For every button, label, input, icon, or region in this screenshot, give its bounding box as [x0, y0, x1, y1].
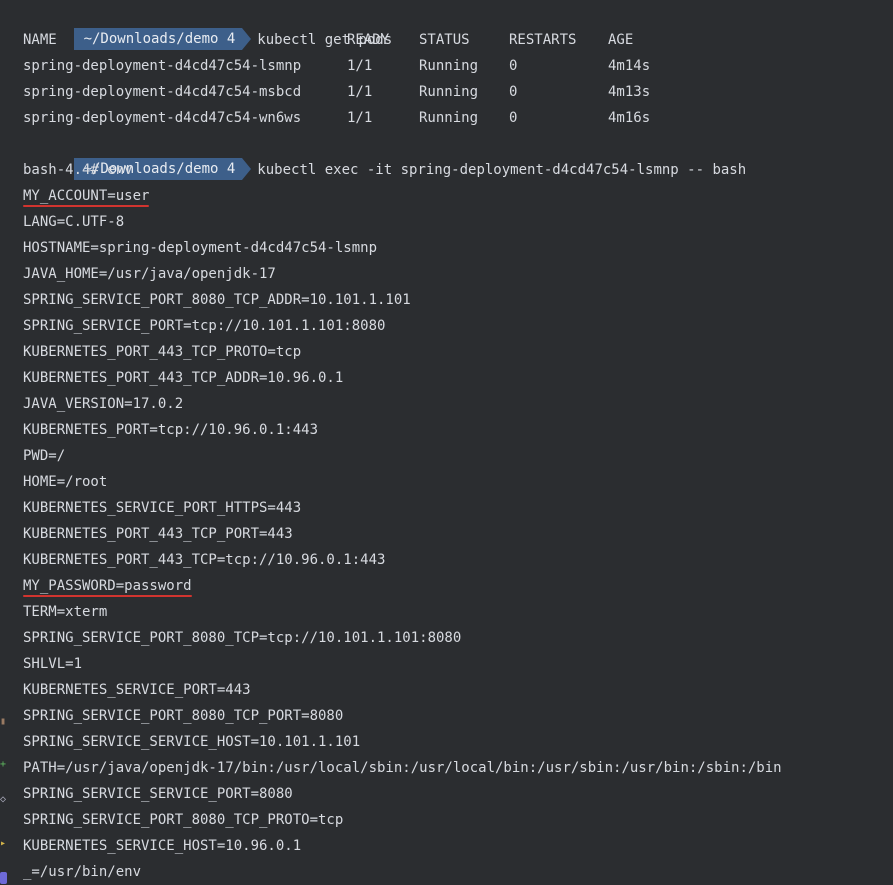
- pod-status: Running: [419, 58, 479, 74]
- bash-prompt: bash-4.4# env: [23, 162, 133, 178]
- env-line: KUBERNETES_SERVICE_HOST=10.96.0.1: [23, 838, 302, 854]
- pod-age: 4m13s: [608, 84, 651, 100]
- pod-age: 4m14s: [608, 58, 651, 74]
- pod-name: spring-deployment-d4cd47c54-lsmnp: [23, 58, 302, 74]
- env-line: JAVA_HOME=/usr/java/openjdk-17: [23, 266, 276, 282]
- env-line: SPRING_SERVICE_PORT_8080_TCP_ADDR=10.101…: [23, 292, 411, 308]
- pod-ready: 1/1: [347, 110, 373, 126]
- env-line: PWD=/: [23, 448, 66, 464]
- header-ready: READY: [347, 32, 390, 48]
- env-line: KUBERNETES_PORT_443_TCP=tcp://10.96.0.1:…: [23, 552, 386, 568]
- env-line: SHLVL=1: [23, 656, 83, 672]
- env-line: KUBERNETES_PORT_443_TCP_PROTO=tcp: [23, 344, 302, 360]
- env-line: KUBERNETES_PORT_443_TCP_ADDR=10.96.0.1: [23, 370, 344, 386]
- env-line: PATH=/usr/java/openjdk-17/bin:/usr/local…: [23, 760, 782, 776]
- pod-ready: 1/1: [347, 84, 373, 100]
- table-row: spring-deployment-d4cd47c54-msbcd 1/1 Runn…: [0, 79, 893, 105]
- pod-ready: 1/1: [347, 58, 373, 74]
- pod-restarts: 0: [509, 58, 518, 74]
- env-line: JAVA_VERSION=17.0.2: [23, 396, 184, 412]
- env-line: TERM=xterm: [23, 604, 108, 620]
- env-line: KUBERNETES_SERVICE_PORT_HTTPS=443: [23, 500, 302, 516]
- pod-status: Running: [419, 84, 479, 100]
- env-line: SPRING_SERVICE_PORT_8080_TCP_PROTO=tcp: [23, 812, 344, 828]
- env-line: KUBERNETES_PORT_443_TCP_PORT=443: [23, 526, 293, 542]
- env-line: HOME=/root: [23, 474, 108, 490]
- env-line: KUBERNETES_SERVICE_PORT=443: [23, 682, 251, 698]
- env-line: SPRING_SERVICE_SERVICE_HOST=10.101.1.101: [23, 734, 361, 750]
- table-header: NAME READY STATUS RESTARTS AGE: [0, 27, 893, 53]
- header-name: NAME: [23, 32, 57, 48]
- env-line: LANG=C.UTF-8: [23, 214, 125, 230]
- pod-status: Running: [419, 110, 479, 126]
- env-line: HOSTNAME=spring-deployment-d4cd47c54-lsm…: [23, 240, 378, 256]
- table-row: spring-deployment-d4cd47c54-lsmnp 1/1 Runn…: [0, 53, 893, 79]
- env-line: _=/usr/bin/env: [23, 864, 142, 880]
- env-line: MY_PASSWORD=password: [0, 573, 893, 599]
- header-restarts: RESTARTS: [509, 32, 577, 48]
- pod-restarts: 0: [509, 110, 518, 126]
- env-line: SPRING_SERVICE_SERVICE_PORT=8080: [23, 786, 293, 802]
- env-line: SPRING_SERVICE_PORT_8080_TCP_PORT=8080: [23, 708, 344, 724]
- env-line: KUBERNETES_PORT=tcp://10.96.0.1:443: [23, 422, 319, 438]
- table-row: spring-deployment-d4cd47c54-wn6ws 1/1 Runn…: [0, 105, 893, 131]
- header-status: STATUS: [419, 32, 470, 48]
- header-age: AGE: [608, 32, 634, 48]
- prompt-line: ~/Downloads/demo 4 kubectl exec -it sprin…: [0, 131, 893, 180]
- env-line: MY_ACCOUNT=user: [0, 183, 893, 209]
- pod-name: spring-deployment-d4cd47c54-wn6ws: [23, 110, 302, 126]
- highlighted-env-var: MY_PASSWORD=password: [23, 573, 192, 599]
- highlighted-env-var: MY_ACCOUNT=user: [23, 183, 150, 209]
- prompt-line: ~/Downloads/demo 4 kubectl get pods: [0, 1, 893, 50]
- pod-age: 4m16s: [608, 110, 651, 126]
- terminal-output[interactable]: ~/Downloads/demo 4 kubectl get pods NAME R…: [0, 1, 893, 885]
- pod-name: spring-deployment-d4cd47c54-msbcd: [23, 84, 302, 100]
- env-line: SPRING_SERVICE_PORT=tcp://10.101.1.101:8…: [23, 318, 386, 334]
- env-line: SPRING_SERVICE_PORT_8080_TCP=tcp://10.10…: [23, 630, 462, 646]
- pod-restarts: 0: [509, 84, 518, 100]
- terminal-window[interactable]: ▮ + ◇ ▸ ~/Downloads/demo 4 kubectl get po…: [0, 0, 893, 885]
